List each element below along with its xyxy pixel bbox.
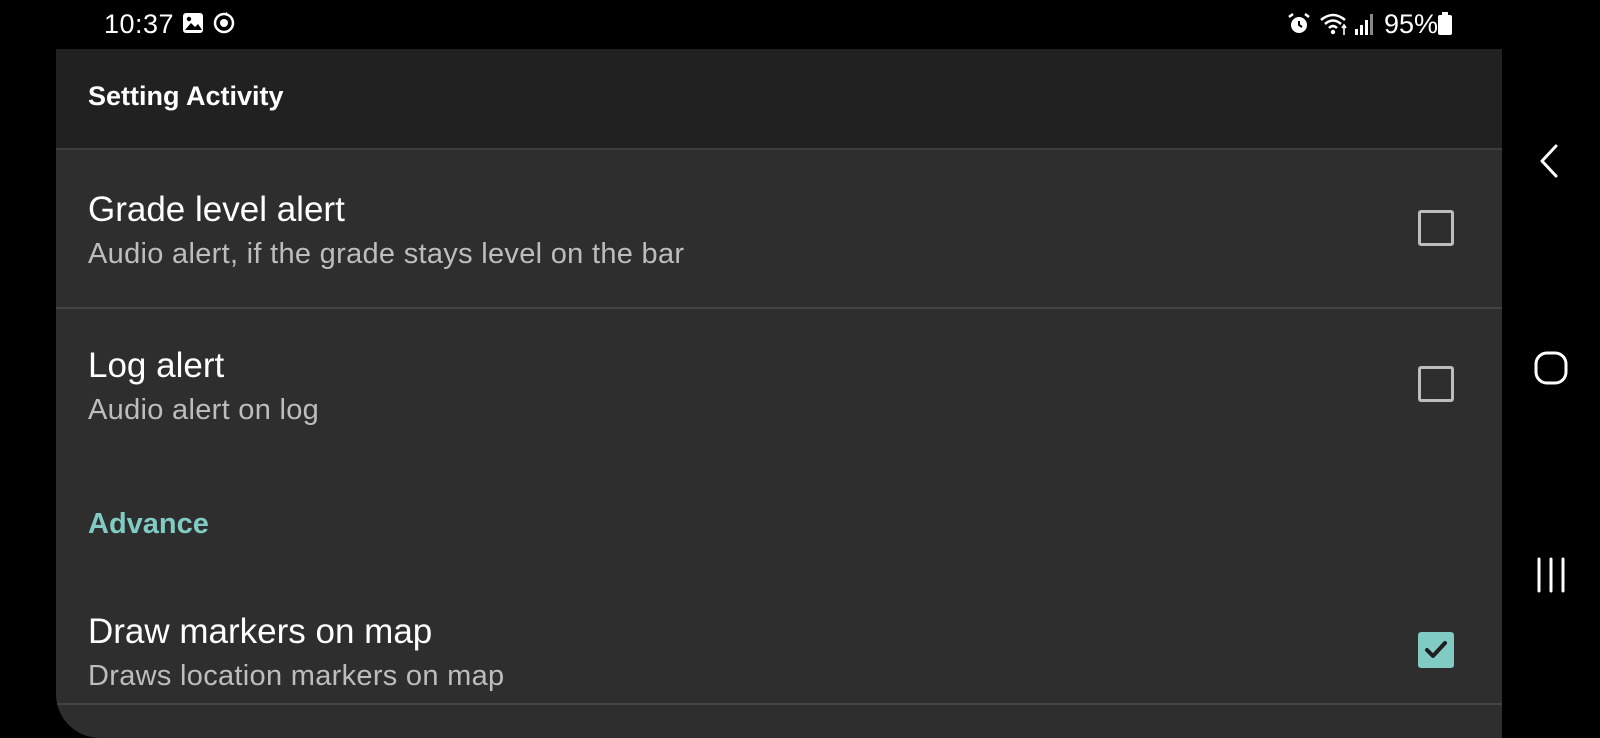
checkmark-icon [1425,641,1447,658]
wifi-icon [1318,11,1352,37]
pref-draw-markers[interactable]: Draw markers on map Draws location marke… [56,579,1502,738]
page-title: Setting Activity [88,81,284,111]
sync-icon [212,11,238,37]
divider [56,703,1502,705]
battery-icon [1437,11,1453,37]
alarm-icon [1286,11,1312,37]
app-bar: Setting Activity [56,49,1502,150]
pref-title: Log alert [88,346,225,385]
settings-window: Setting Activity Grade level alert Audio… [56,49,1502,738]
recents-icon[interactable] [1526,550,1576,600]
pref-title: Draw markers on map [88,612,433,651]
pref-summary: Audio alert on log [88,394,320,426]
pref-grade-level-alert[interactable]: Grade level alert Audio alert, if the gr… [56,150,1502,307]
draw-markers-checkbox[interactable] [1418,632,1454,668]
log-alert-checkbox[interactable] [1418,366,1454,402]
navigation-bar [1502,0,1600,738]
pref-summary: Audio alert, if the grade stays level on… [88,238,685,270]
battery-percentage: 95% [1384,9,1439,39]
pref-title: Grade level alert [88,190,345,229]
status-time: 10:37 [104,9,175,39]
gallery-icon [181,11,207,37]
grade-level-alert-checkbox[interactable] [1418,210,1454,246]
category-advance-title: Advance [88,508,209,540]
status-bar: 10:37 95% [0,0,1502,48]
pref-log-alert[interactable]: Log alert Audio alert on log [56,309,1502,465]
home-icon[interactable] [1526,343,1576,393]
pref-summary: Draws location markers on map [88,660,505,692]
back-icon[interactable] [1526,136,1576,186]
signal-icon [1354,11,1376,37]
